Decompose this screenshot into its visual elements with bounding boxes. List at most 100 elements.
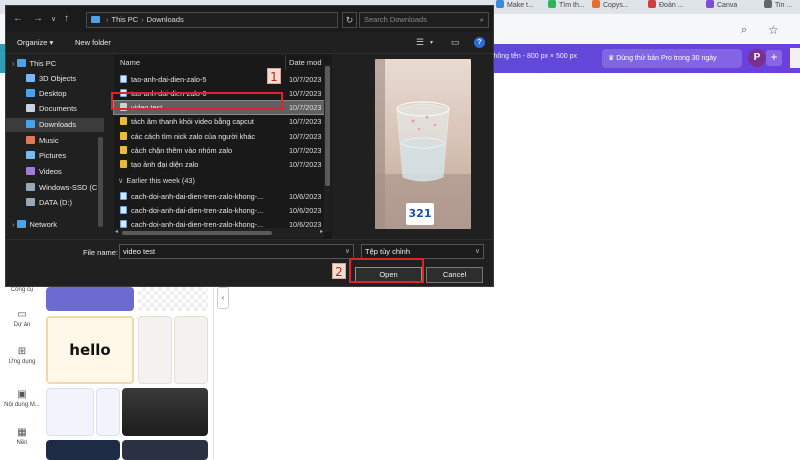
address-breadcrumb[interactable]: ›This PC›Downloads ∨	[86, 12, 408, 28]
rail-item-tools[interactable]: Công cụ	[0, 287, 44, 293]
template-thumbnail[interactable]	[46, 388, 94, 436]
expand-chevron-icon[interactable]: ›	[12, 220, 15, 229]
file-name-input[interactable]: video test ∨	[119, 244, 354, 259]
nav-item-pictures[interactable]: Pictures	[6, 149, 104, 163]
help-icon[interactable]: ?	[474, 37, 485, 48]
browser-tab[interactable]: Tin ...	[764, 0, 800, 13]
folder-row[interactable]: cách chặn thêm vào nhóm zalo 10/7/2023	[114, 144, 324, 157]
file-row[interactable]: cach-doi-anh-dai-dien-tren-zalo-khong-..…	[114, 190, 324, 203]
back-arrow-icon[interactable]: ←	[13, 13, 23, 24]
nav-item-videos[interactable]: Videos	[6, 165, 104, 179]
new-folder-button[interactable]: New folder	[75, 38, 111, 47]
nav-item-network[interactable]: › Network	[6, 218, 104, 232]
group-header-earlier-this-week[interactable]: ∨ Earlier this week (43)	[118, 174, 195, 187]
nav-item-this-pc[interactable]: › This PC	[6, 57, 104, 71]
column-divider[interactable]	[285, 55, 286, 70]
up-arrow-icon[interactable]: ↑	[64, 13, 69, 24]
file-row[interactable]: cach-doi-anh-dai-dien-tren-zalo-khong-..…	[114, 204, 324, 217]
file-name-label: File name:	[83, 248, 119, 257]
nav-item-desktop[interactable]: Desktop	[6, 87, 104, 101]
template-thumbnail[interactable]	[174, 316, 208, 384]
drive-icon	[26, 183, 35, 191]
content-panel: hello	[44, 287, 214, 460]
organize-button[interactable]: Organize ▾	[17, 38, 53, 47]
scroll-right-icon[interactable]: ▸	[320, 228, 323, 235]
nav-item-downloads[interactable]: Downloads	[6, 118, 104, 132]
rail-item-background[interactable]: ▦ Nền	[0, 427, 44, 446]
column-header-name[interactable]: Name	[120, 55, 140, 70]
rail-item-uploads[interactable]: ▣ Nội dung M...	[0, 389, 44, 408]
expand-chevron-icon[interactable]: ›	[12, 59, 15, 68]
view-options-icon[interactable]: ☰	[416, 37, 424, 48]
chevron-down-icon[interactable]: ∨	[345, 245, 350, 258]
folder-icon	[120, 146, 127, 154]
search-input[interactable]: Search Downloads ⌕	[359, 12, 489, 28]
chevron-down-icon[interactable]: ∨	[475, 245, 480, 258]
tab-favicon-icon	[548, 0, 556, 8]
annotation-step-1: 1	[267, 68, 281, 84]
forward-arrow-icon[interactable]: →	[33, 13, 43, 24]
annotation-highlight-open-button	[349, 258, 424, 283]
bookmark-star-icon[interactable]: ☆	[768, 23, 779, 37]
file-row[interactable]: tao-anh-dai-dien-zalo-5 10/7/2023	[114, 73, 324, 86]
open-file-dialog: ← → ∨ ↑ ›This PC›Downloads ∨ ↻ Search Do…	[5, 5, 494, 287]
annotation-step-2: 2	[332, 263, 346, 279]
template-thumbnail-hello[interactable]: hello	[46, 316, 134, 384]
collapse-chevron-icon[interactable]: ∨	[118, 176, 123, 185]
rail-item-apps[interactable]: ⊞ Ứng dụng	[0, 346, 44, 365]
scrollbar-thumb[interactable]	[325, 66, 330, 186]
folder-row[interactable]: các cách tìm nick zalo của người khác 10/…	[114, 130, 324, 143]
document-title[interactable]: không tên - 800 px × 500 px	[490, 53, 577, 60]
video-icon	[26, 167, 35, 175]
avatar[interactable]: P	[748, 49, 766, 67]
nav-scrollbar[interactable]	[98, 137, 103, 227]
column-header-date[interactable]: Date mod	[289, 55, 322, 70]
file-list-horizontal-scrollbar[interactable]: ◂ ▸	[114, 228, 324, 238]
zoom-icon[interactable]: ⌕	[741, 24, 747, 37]
pro-trial-button[interactable]: ♛ Dùng thử bản Pro trong 30 ngày	[602, 49, 742, 68]
refresh-icon: ↻	[345, 15, 354, 25]
nav-item-data-drive[interactable]: DATA (D:)	[6, 196, 104, 210]
refresh-button[interactable]: ↻	[342, 12, 357, 28]
preview-pane-icon[interactable]: ▭	[451, 37, 460, 48]
tab-favicon-icon	[496, 0, 504, 8]
recent-locations-chevron-icon[interactable]: ∨	[51, 15, 56, 23]
folder-row[interactable]: tách âm thanh khỏi video bằng capcut 10/7…	[114, 115, 324, 128]
rail-item-projects[interactable]: ▭ Dự án	[0, 309, 44, 328]
file-list-vertical-scrollbar[interactable]	[324, 64, 331, 232]
template-thumbnail[interactable]	[138, 287, 208, 311]
template-thumbnail[interactable]	[96, 388, 120, 436]
template-thumbnail[interactable]	[138, 316, 172, 384]
scrollbar-thumb[interactable]	[122, 231, 272, 235]
breadcrumb-downloads[interactable]: Downloads	[147, 15, 184, 24]
file-list: Name Date mod tao-anh-dai-dien-zalo-5 10/…	[113, 55, 332, 239]
folder-row[interactable]: tạo ảnh đại diện zalo 10/7/2023	[114, 158, 324, 171]
apps-icon: ⊞	[17, 346, 27, 357]
template-thumbnail[interactable]	[46, 440, 120, 460]
collapse-panel-button[interactable]: ‹	[217, 287, 229, 309]
browser-tab[interactable]: Đoàn ...	[648, 0, 690, 13]
browser-tab[interactable]: Tìm th...	[548, 0, 588, 13]
add-collaborator-button[interactable]: +	[766, 50, 782, 66]
nav-item-windows-ssd[interactable]: Windows-SSD (C:)	[6, 181, 104, 195]
nav-item-documents[interactable]: Documents	[6, 102, 104, 116]
image-file-icon	[120, 206, 127, 214]
view-dropdown-icon[interactable]: ▾	[430, 39, 433, 46]
scroll-left-icon[interactable]: ◂	[115, 228, 118, 235]
cancel-button[interactable]: Cancel	[426, 267, 483, 283]
browser-tab[interactable]: Make t...	[496, 0, 541, 13]
nav-item-3d-objects[interactable]: 3D Objects	[6, 72, 104, 86]
network-icon	[16, 220, 26, 228]
image-file-icon	[120, 75, 127, 83]
browser-tab[interactable]: Copys...	[592, 0, 634, 13]
template-thumbnail[interactable]	[122, 388, 208, 436]
share-icon[interactable]	[790, 48, 800, 68]
tab-favicon-icon	[592, 0, 600, 8]
file-type-select[interactable]: Tệp tùy chỉnh ∨	[361, 244, 484, 259]
breadcrumb-this-pc[interactable]: This PC	[112, 15, 139, 24]
navigation-pane: › This PC 3D Objects Desktop Documents Do…	[6, 55, 106, 239]
template-thumbnail[interactable]	[46, 287, 134, 311]
nav-item-music[interactable]: Music	[6, 134, 104, 148]
browser-tab[interactable]: Canva	[706, 0, 750, 13]
template-thumbnail[interactable]	[122, 440, 208, 460]
